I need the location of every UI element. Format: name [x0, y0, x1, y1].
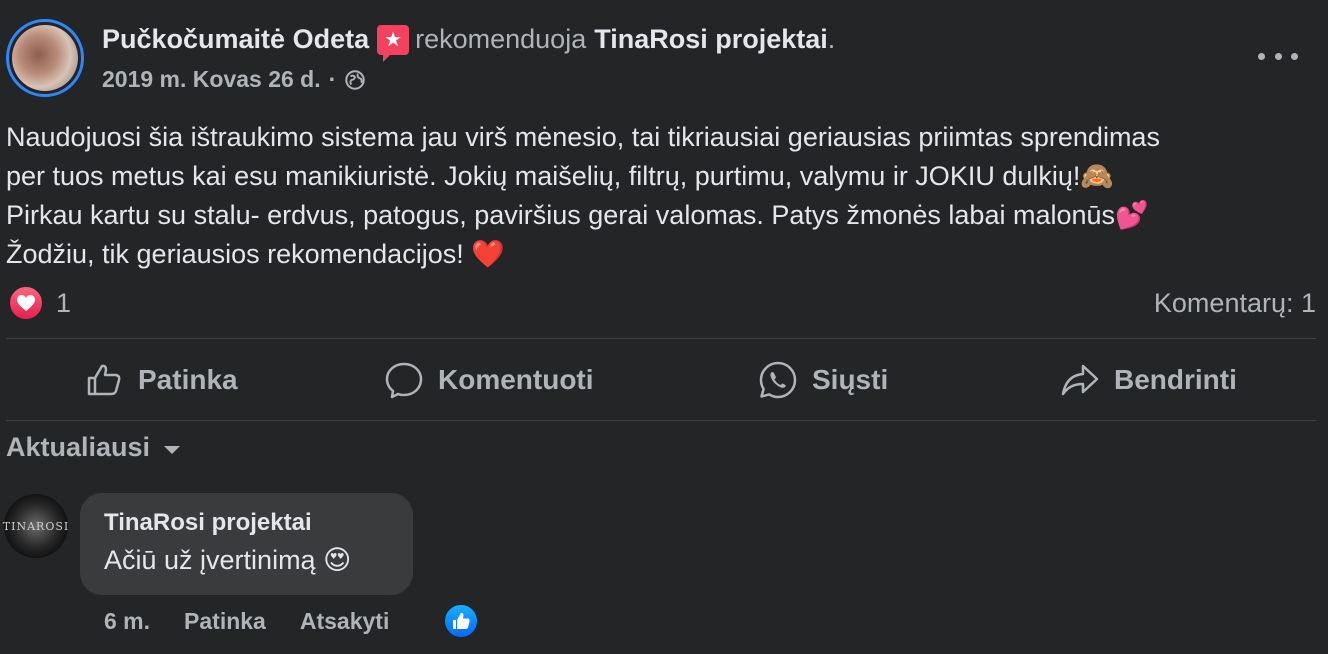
reaction-count[interactable]: 1 — [56, 288, 71, 319]
like-button[interactable]: Patinka — [84, 358, 238, 402]
author-name[interactable]: Pučkočumaitė Odeta — [102, 24, 369, 55]
thumbs-up-icon — [87, 364, 121, 396]
header-period: . — [827, 24, 836, 54]
author-avatar[interactable] — [6, 19, 84, 97]
comment-time[interactable]: 6 m. — [104, 608, 150, 635]
like-reaction-icon[interactable] — [443, 603, 479, 639]
whatsapp-icon — [759, 361, 797, 399]
more-options-icon[interactable] — [1258, 46, 1298, 66]
comment-reply-link[interactable]: Atsakyti — [300, 608, 389, 635]
divider — [6, 420, 1316, 421]
comment-label: Komentuoti — [438, 364, 594, 395]
send-button[interactable]: Siųsti — [758, 358, 888, 402]
globe-icon — [345, 69, 366, 90]
commenter-avatar-logo: TINAROSI — [2, 519, 70, 533]
page-name[interactable]: TinaRosi projektai — [594, 24, 828, 55]
comment-text: Ačiū už įvertinimą 😍 — [104, 545, 352, 575]
like-label: Patinka — [138, 364, 238, 395]
share-button[interactable]: Bendrinti — [1060, 358, 1237, 402]
post-body: Naudojuosi šia ištraukimo sistema jau vi… — [6, 118, 1324, 274]
post-meta: 2019 m. Kovas 26 d. · — [102, 66, 366, 93]
author-avatar-image — [12, 25, 78, 91]
sort-label: Aktualiausi — [6, 432, 151, 462]
love-reaction-icon[interactable] — [8, 285, 44, 321]
divider — [6, 338, 1316, 339]
comment-sort-dropdown[interactable]: Aktualiausi — [6, 432, 181, 463]
post-header-line: Pučkočumaitė Odeta ★ rekomenduoja TinaRo… — [102, 24, 836, 62]
post-text-line: Žodžiu, tik geriausios rekomendacijos! ❤… — [6, 239, 505, 269]
post-text-line: Pirkau kartu su stalu- erdvus, patogus, … — [6, 200, 1149, 230]
post-date[interactable]: 2019 m. Kovas 26 d. — [102, 66, 321, 93]
post-text-line: per tuos metus kai esu manikiuristė. Jok… — [6, 161, 1114, 191]
comment-bubble: TinaRosi projektai Ačiū už įvertinimą 😍 — [80, 493, 413, 595]
comment-actions: 6 m. Patinka Atsakyti — [104, 608, 389, 635]
comment-bubble-icon — [385, 362, 423, 399]
meta-separator: · — [328, 66, 337, 92]
comment-button[interactable]: Komentuoti — [384, 358, 594, 402]
post-text-line: Naudojuosi šia ištraukimo sistema jau vi… — [6, 122, 1160, 152]
comment-like-link[interactable]: Patinka — [184, 608, 266, 635]
share-arrow-icon — [1061, 364, 1099, 396]
recommends-label: rekomenduoja — [415, 24, 587, 54]
recommendation-star-icon: ★ — [377, 24, 410, 62]
send-label: Siųsti — [812, 364, 889, 395]
caret-down-icon — [164, 445, 181, 454]
share-label: Bendrinti — [1114, 364, 1237, 395]
comment-author[interactable]: TinaRosi projektai — [104, 509, 389, 537]
comment-count[interactable]: Komentarų: 1 — [1154, 288, 1316, 319]
commenter-avatar[interactable]: TINAROSI — [2, 494, 70, 558]
